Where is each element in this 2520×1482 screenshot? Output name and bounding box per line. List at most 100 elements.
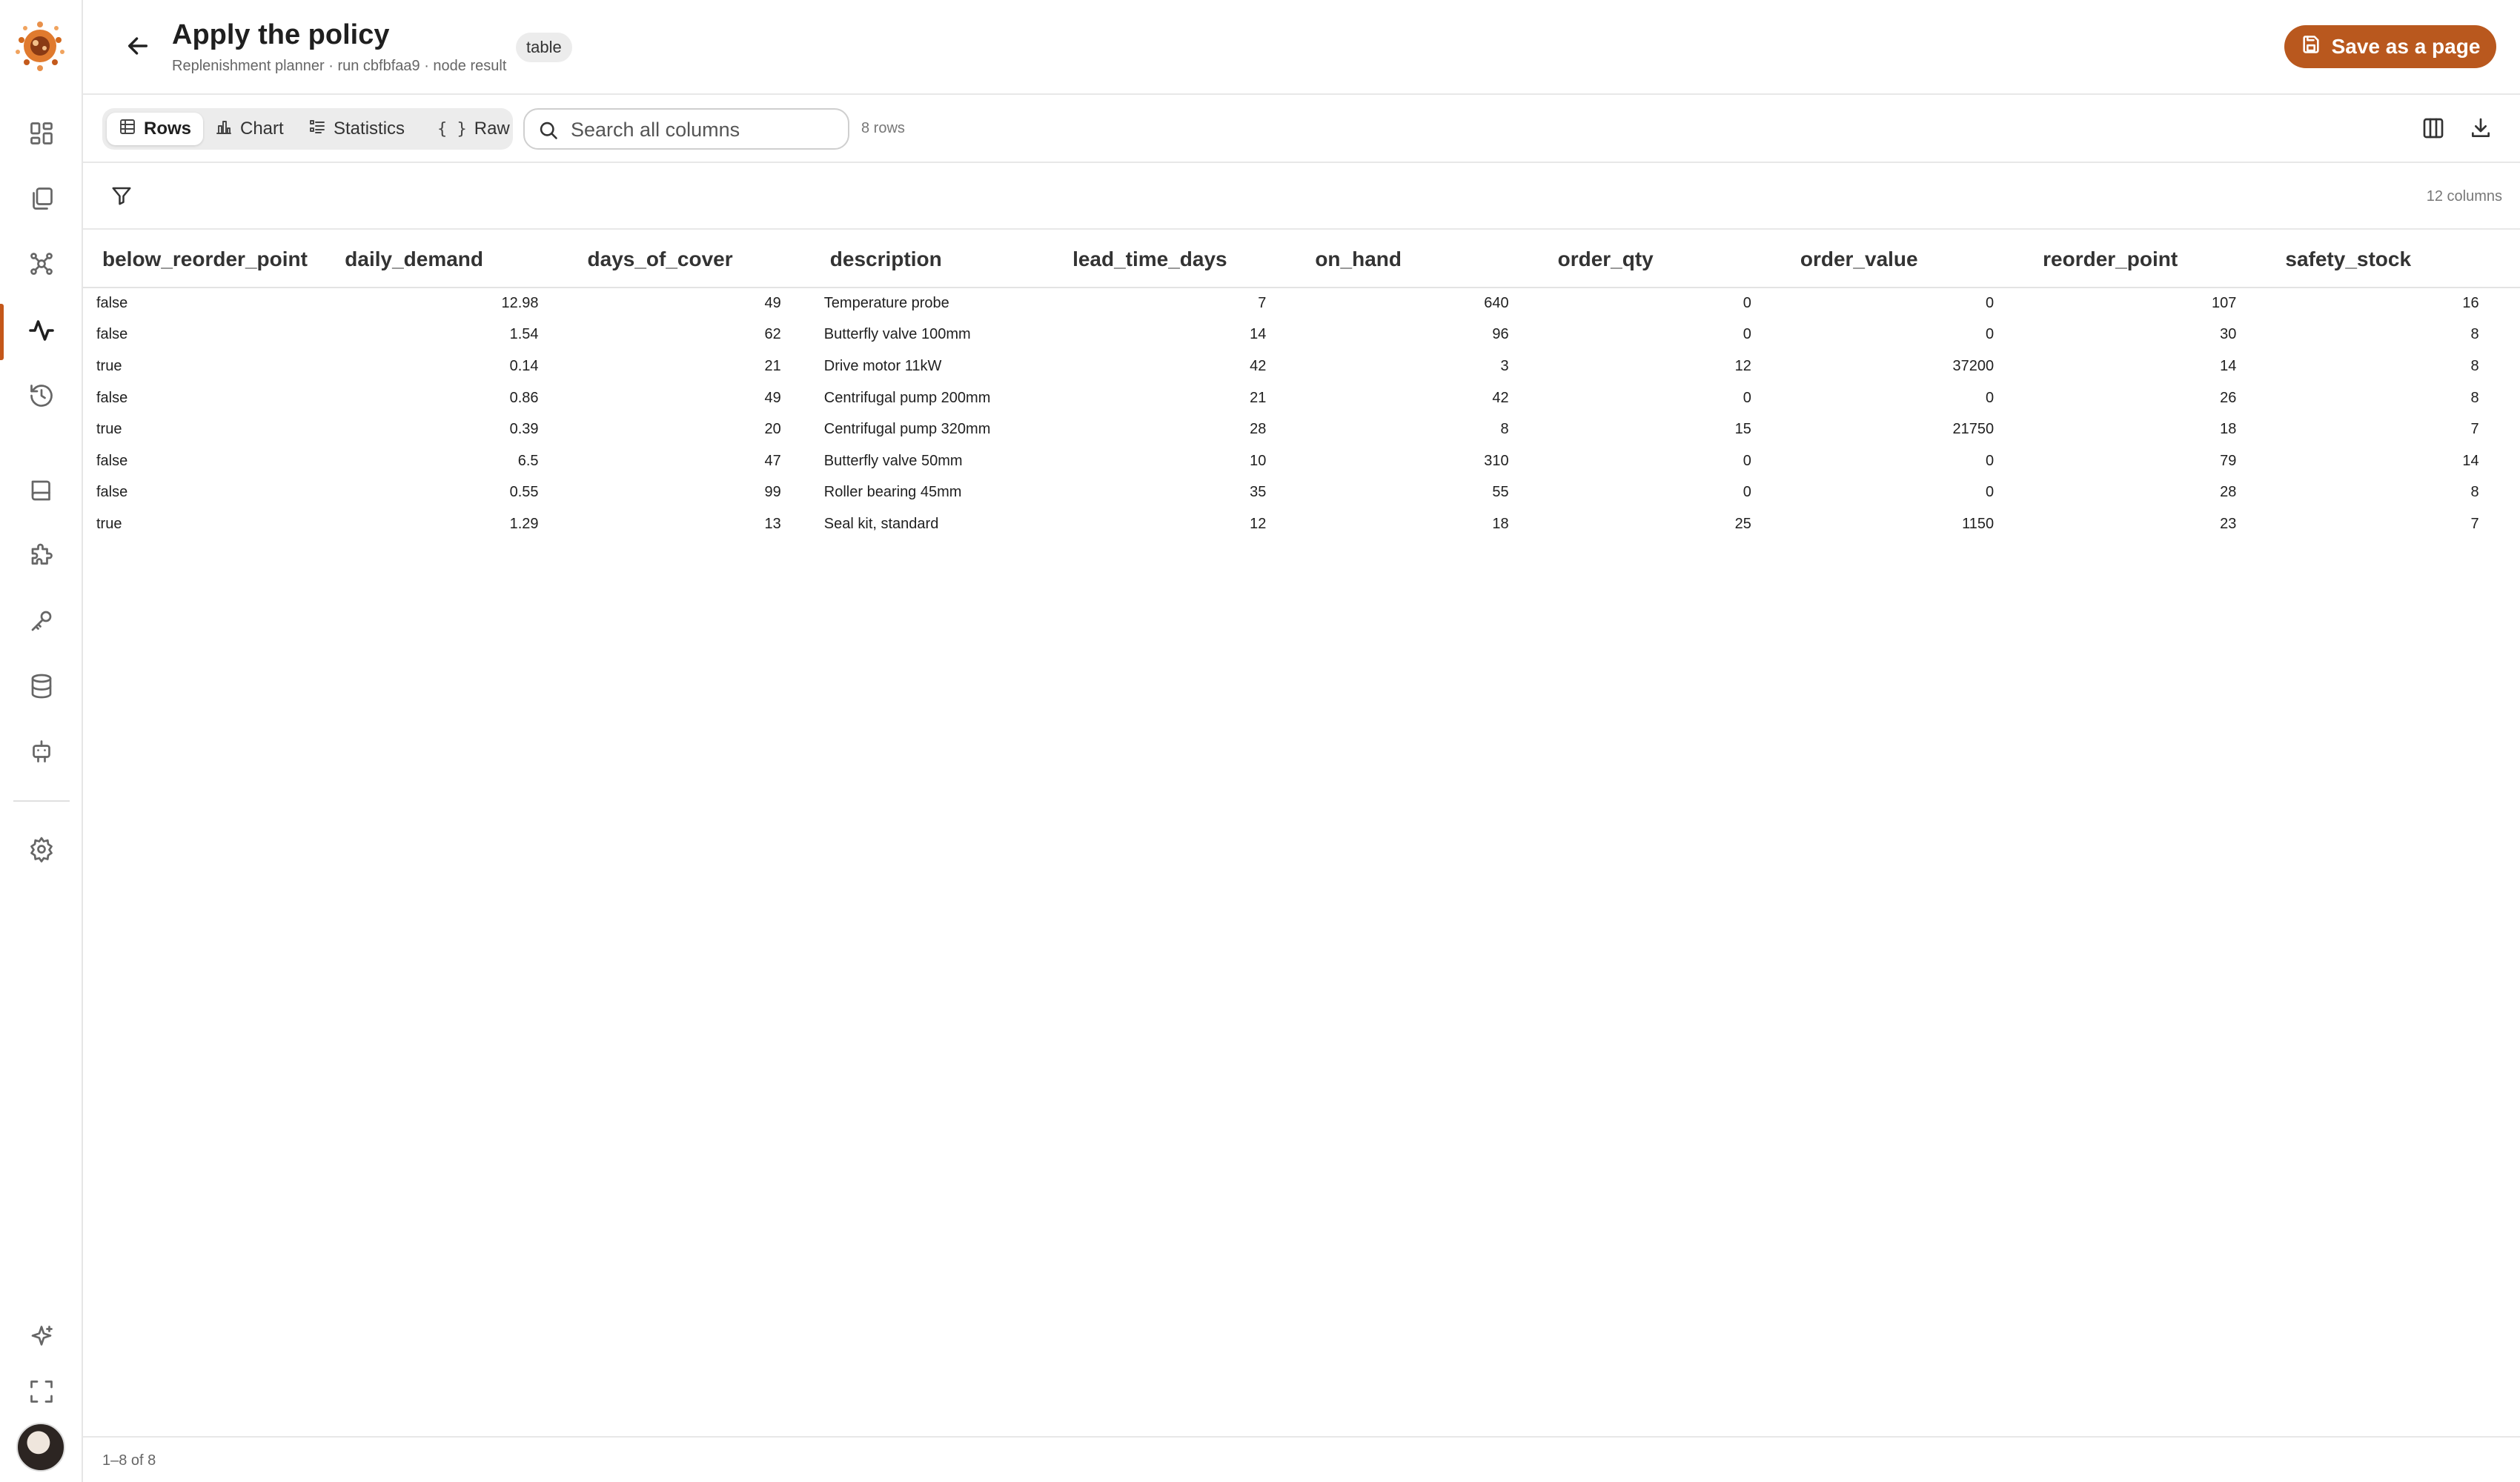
table-cell-sku: VLV-050 [2509, 445, 2520, 477]
table-cell-daily-demand: 1.54 [509, 326, 539, 343]
table-cell-days-of-cover: 21 [764, 357, 781, 374]
table-cell-order-qty: 12 [1734, 357, 1751, 374]
table-row[interactable]: false 6.5 47 Butterfly valve 50mm 10 310 0 0 79 1… [83, 445, 2520, 477]
table-row[interactable]: false 12.98 49 Temperature probe 7 640 0 0 107 16… [83, 288, 2520, 319]
tab-rows[interactable]: Rows [107, 113, 204, 145]
results-table: below_reorder_point daily_demand days_of_c… [83, 231, 2520, 540]
table-cell-lead-time-days: 28 [1250, 421, 1267, 438]
table-cell-days-of-cover: 47 [764, 452, 781, 469]
column-header[interactable]: on_hand [1296, 231, 1539, 288]
column-header[interactable]: safety_stock [2266, 231, 2509, 288]
table-cell-below-reorder-point: true [96, 515, 122, 532]
nav-settings[interactable] [18, 827, 65, 874]
table-row[interactable]: false 0.55 99 Roller bearing 45mm 35 55 0 0 28 8 B… [83, 477, 2520, 509]
columns-button[interactable] [2415, 111, 2452, 148]
save-as-page-button[interactable]: Save as a page [2284, 25, 2496, 68]
nav-ai-assistant[interactable] [18, 1315, 65, 1362]
table-cell-sku: PMP-320 [2509, 413, 2520, 445]
nav-database[interactable] [18, 664, 65, 711]
table-cell-daily-demand: 0.86 [509, 389, 539, 406]
column-count: 12 columns [2426, 188, 2502, 205]
table-cell-lead-time-days: 35 [1250, 484, 1267, 501]
column-header[interactable]: days_of_cover [568, 231, 811, 288]
table-cell-lead-time-days: 7 [1258, 295, 1267, 312]
column-header[interactable]: sku [2508, 231, 2520, 288]
filter-icon [110, 185, 133, 210]
table-cell-below-reorder-point: false [96, 484, 128, 501]
table-cell-lead-time-days: 10 [1250, 452, 1267, 469]
column-header[interactable]: below_reorder_point [83, 231, 326, 288]
filter-bar: 12 columns [83, 165, 2520, 230]
download-button[interactable] [2462, 111, 2499, 148]
nav-plugins[interactable] [18, 534, 65, 581]
save-icon [2301, 34, 2321, 60]
table-cell-order-qty: 15 [1734, 421, 1751, 438]
table-cell-description: Drive motor 11kW [823, 357, 942, 374]
table-cell-on-hand: 310 [1484, 452, 1509, 469]
nav-runs[interactable] [18, 308, 65, 356]
table-cell-on-hand: 8 [1500, 421, 1509, 438]
table-cell-reorder-point: 23 [2220, 515, 2237, 532]
table-cell-order-qty: 0 [1743, 326, 1751, 343]
table-body: false 12.98 49 Temperature probe 7 640 0 0 107 16… [83, 288, 2520, 540]
history-icon [28, 382, 55, 413]
user-avatar[interactable] [16, 1423, 65, 1472]
column-header[interactable]: daily_demand [325, 231, 568, 288]
table-cell-sku: VLV-100 [2509, 319, 2520, 351]
app-logo[interactable] [12, 18, 68, 74]
nav-history[interactable] [18, 373, 65, 421]
nav-workflows[interactable] [18, 242, 65, 289]
tab-chart[interactable]: Chart [203, 113, 296, 145]
type-badge: table [516, 33, 572, 62]
table-cell-safety-stock: 8 [2470, 389, 2479, 406]
table-row[interactable]: true 0.39 20 Centrifugal pump 320mm 28 8 15 217… [83, 413, 2520, 445]
nav-keys[interactable] [18, 599, 65, 646]
table-cell-days-of-cover: 20 [764, 421, 781, 438]
dashboard-icon [28, 120, 55, 150]
database-icon [28, 673, 55, 703]
table-row[interactable]: true 0.14 21 Drive motor 11kW 42 3 12 37200 14 8 M… [83, 350, 2520, 382]
search-input[interactable] [571, 117, 838, 142]
column-header[interactable]: order_qty [1538, 231, 1781, 288]
table-row[interactable]: false 0.86 49 Centrifugal pump 200mm 21 42 0 0 2… [83, 382, 2520, 414]
nav-dashboard[interactable] [18, 111, 65, 159]
table-cell-order-qty: 25 [1734, 515, 1751, 532]
table-cell-on-hand: 18 [1492, 515, 1509, 532]
book-icon [28, 477, 55, 508]
tab-statistics[interactable]: Statistics [296, 113, 417, 145]
nav-agents[interactable] [18, 729, 65, 777]
graph-icon [28, 250, 55, 281]
table-cell-lead-time-days: 12 [1250, 515, 1267, 532]
view-tabs: Rows Chart Statistics { } Raw [102, 108, 513, 150]
back-button[interactable] [116, 28, 160, 67]
puzzle-icon [28, 542, 55, 573]
results-table-container[interactable]: below_reorder_point daily_demand days_of_c… [83, 231, 2520, 1435]
tab-statistics-label: Statistics [334, 119, 405, 139]
sparkle-icon [28, 1323, 55, 1354]
page-title: Apply the policy [172, 19, 390, 50]
table-cell-reorder-point: 30 [2220, 326, 2237, 343]
table-cell-order-value: 1150 [1962, 515, 1995, 532]
table-cell-lead-time-days: 21 [1250, 389, 1267, 406]
expand-icon [28, 1378, 55, 1409]
table-cell-description: Temperature probe [823, 295, 949, 312]
table-cell-description: Butterfly valve 50mm [823, 452, 963, 469]
table-cell-days-of-cover: 49 [764, 295, 781, 312]
nav-pages[interactable] [18, 176, 65, 224]
table-row[interactable]: true 1.29 13 Seal kit, standard 12 18 25 1150 23… [83, 508, 2520, 540]
column-header[interactable]: reorder_point [2023, 231, 2267, 288]
nav-docs[interactable] [18, 468, 65, 516]
table-cell-daily-demand: 6.5 [517, 452, 539, 469]
filter-button[interactable] [105, 181, 138, 213]
tab-raw[interactable]: { } Raw [425, 113, 522, 145]
table-row[interactable]: false 1.54 62 Butterfly valve 100mm 14 96 0 0 30… [83, 319, 2520, 351]
pages-icon [28, 185, 55, 216]
column-header[interactable]: order_value [1780, 231, 2024, 288]
column-header[interactable]: lead_time_days [1053, 231, 1296, 288]
table-cell-order-qty: 0 [1743, 295, 1751, 312]
table-icon [119, 118, 136, 141]
table-cell-reorder-point: 26 [2220, 389, 2237, 406]
table-cell-order-value: 0 [1986, 452, 1995, 469]
nav-fullscreen[interactable] [18, 1369, 65, 1417]
column-header[interactable]: description [810, 231, 1054, 288]
